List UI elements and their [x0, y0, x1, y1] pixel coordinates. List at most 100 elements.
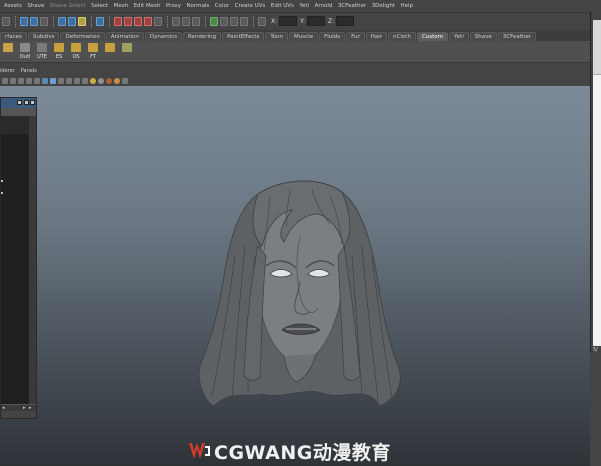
history-icon[interactable]: [182, 16, 190, 26]
right-side-panel[interactable]: 5/: [590, 12, 601, 353]
scroll-right-icon[interactable]: ▸: [23, 406, 26, 411]
channel-box-scrollbar[interactable]: [593, 20, 601, 75]
snap-curve-icon[interactable]: [124, 16, 132, 26]
tab-subdivs[interactable]: Subdivs: [27, 32, 60, 41]
status-line: X: Y: Z:: [0, 12, 601, 29]
tab-painteffects[interactable]: PaintEffects: [222, 32, 265, 41]
select-by-component-icon[interactable]: [40, 16, 48, 26]
lock-icon[interactable]: [78, 16, 86, 26]
panel-content[interactable]: [1, 134, 29, 404]
tab-custom[interactable]: Custom: [416, 32, 449, 41]
y-input[interactable]: [307, 16, 326, 26]
tab-deformation[interactable]: Deformation: [60, 32, 105, 41]
menu-help[interactable]: Help: [401, 0, 414, 12]
render-settings-icon[interactable]: [240, 16, 248, 26]
ipr-render-icon[interactable]: [230, 16, 238, 26]
menu-edit-mesh[interactable]: Edit Mesh: [134, 0, 161, 12]
shadows-icon[interactable]: [74, 77, 80, 84]
shelf-button-uv-texture-editor[interactable]: UTE: [34, 43, 50, 61]
menu-yeti[interactable]: Yeti: [299, 0, 309, 12]
lights-icon[interactable]: [66, 77, 72, 84]
history-icon[interactable]: [172, 16, 180, 26]
smooth-shade-icon[interactable]: [50, 77, 56, 84]
tab-toon[interactable]: Toon: [265, 32, 289, 41]
menu-3cfeather[interactable]: 3CFeather: [338, 0, 366, 12]
depth-of-field-icon[interactable]: [114, 77, 120, 84]
render-current-icon[interactable]: [220, 16, 228, 26]
xray-icon[interactable]: [82, 77, 88, 84]
menu-normals[interactable]: Normals: [187, 0, 210, 12]
menu-proxy[interactable]: Proxy: [166, 0, 181, 12]
grid-icon[interactable]: [2, 77, 8, 84]
panel-title-bar[interactable]: [1, 98, 36, 108]
tab-rendering[interactable]: Rendering: [182, 32, 222, 41]
vertical-scrollbar[interactable]: [29, 116, 36, 404]
shelf-button-script[interactable]: [102, 43, 118, 61]
menu-3delight[interactable]: 3Delight: [372, 0, 395, 12]
isolate-select-icon[interactable]: [122, 77, 128, 84]
menu-shave[interactable]: Shave: [27, 0, 44, 12]
layout-icon[interactable]: [2, 16, 10, 26]
textured-icon[interactable]: [58, 77, 64, 84]
mask-icon[interactable]: [68, 16, 76, 26]
scroll-right-end-icon[interactable]: ▸: [29, 406, 32, 411]
menu-panels[interactable]: Panels: [21, 68, 37, 74]
mask-icon[interactable]: [96, 16, 104, 26]
shelf-button-paint[interactable]: [119, 43, 135, 61]
menu-arnold[interactable]: Arnold: [315, 0, 333, 12]
menu-assets[interactable]: Assets: [4, 0, 22, 12]
resolution-gate-icon[interactable]: [34, 77, 40, 84]
floating-editor-panel[interactable]: ◂ ▸ ▸: [0, 97, 37, 419]
tab-muscle[interactable]: Muscle: [289, 32, 319, 41]
scroll-left-icon[interactable]: ◂: [2, 406, 5, 411]
head-model[interactable]: [0, 86, 590, 466]
shelf-button-ft[interactable]: FT: [85, 43, 101, 61]
menu-mesh[interactable]: Mesh: [114, 0, 128, 12]
menu-edit-uvs[interactable]: Edit UVs: [271, 0, 294, 12]
motion-blur-icon[interactable]: [98, 77, 104, 84]
input-mode-icon[interactable]: [258, 16, 266, 26]
select-by-object-icon[interactable]: [30, 16, 38, 26]
z-label: Z:: [328, 17, 335, 25]
history-icon[interactable]: [192, 16, 200, 26]
mask-icon[interactable]: [58, 16, 66, 26]
snap-point-icon[interactable]: [134, 16, 142, 26]
snap-grid-icon[interactable]: [114, 16, 122, 26]
shelf-button-curve[interactable]: [0, 43, 16, 61]
snap-live-icon[interactable]: [154, 16, 162, 26]
tab-3cfeather[interactable]: 3CFeather: [497, 32, 536, 41]
horizontal-scrollbar[interactable]: ◂ ▸ ▸: [1, 404, 36, 411]
menu-select[interactable]: Select: [91, 0, 108, 12]
tab-dynamics[interactable]: Dynamics: [144, 32, 182, 41]
tab-shave[interactable]: Shave: [469, 32, 497, 41]
camera-icon[interactable]: [18, 77, 24, 84]
perspective-viewport[interactable]: [0, 86, 590, 466]
snap-plane-icon[interactable]: [144, 16, 152, 26]
camera-icon[interactable]: [10, 77, 16, 84]
anti-aliasing-icon[interactable]: [106, 77, 112, 84]
tab-fluids[interactable]: Fluids: [319, 32, 346, 41]
shelf-button-outliner[interactable]: Outl: [17, 43, 33, 61]
close-icon[interactable]: [30, 100, 35, 105]
tab-ncloth[interactable]: nCloth: [388, 32, 416, 41]
film-gate-icon[interactable]: [26, 77, 32, 84]
render-view-icon[interactable]: [210, 16, 218, 26]
tab-yeti[interactable]: Yeti: [449, 32, 469, 41]
shelf-button-es[interactable]: ES: [51, 43, 67, 61]
menu-color[interactable]: Color: [215, 0, 229, 12]
ambient-occlusion-icon[interactable]: [90, 77, 96, 84]
minimize-icon[interactable]: [17, 100, 22, 105]
tab-surfaces[interactable]: rfaces: [0, 32, 27, 41]
tab-animation[interactable]: Animation: [105, 32, 144, 41]
menu-renderer[interactable]: iderer: [0, 68, 15, 74]
wireframe-icon[interactable]: [42, 77, 48, 84]
maximize-icon[interactable]: [24, 100, 29, 105]
tab-fur[interactable]: Fur: [346, 32, 365, 41]
shelf-button-os[interactable]: OS: [68, 43, 84, 61]
menu-create-uvs[interactable]: Create UVs: [235, 0, 266, 12]
select-by-hierarchy-icon[interactable]: [20, 16, 28, 26]
x-input[interactable]: [279, 16, 298, 26]
z-input[interactable]: [336, 16, 355, 26]
menu-shave-select[interactable]: Shave Select: [50, 0, 86, 12]
tab-hair[interactable]: Hair: [365, 32, 388, 41]
